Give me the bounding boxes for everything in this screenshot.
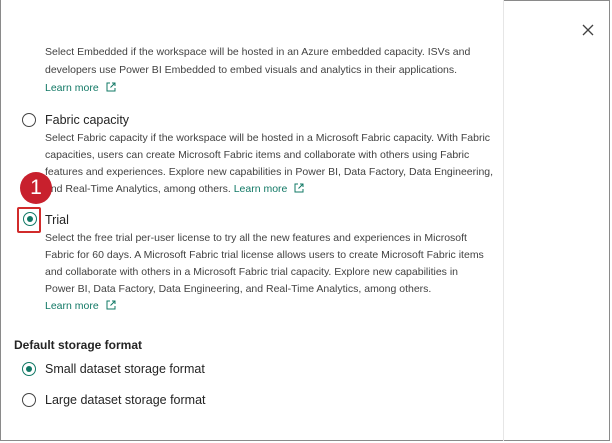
- external-link-icon: [294, 182, 304, 200]
- fabric-description-text: and Real-Time Analytics, among others.: [45, 183, 231, 195]
- embedded-description-line-2: developers use Power BI Embedded to embe…: [45, 64, 458, 76]
- trial-learn-more-link[interactable]: Learn more: [45, 300, 99, 312]
- trial-label[interactable]: Trial: [45, 213, 69, 227]
- close-button[interactable]: [578, 20, 598, 40]
- trial-description-line-1: Select the free trial per-user license t…: [45, 232, 467, 244]
- embedded-learn-more[interactable]: Learn more: [45, 80, 116, 99]
- small-storage-label[interactable]: Small dataset storage format: [45, 362, 205, 376]
- trial-radio-highlight: [17, 207, 41, 233]
- external-link-icon: [106, 299, 116, 317]
- fabric-description-line-3: features and experiences. Explore new ca…: [45, 166, 494, 178]
- storage-format-title: Default storage format: [14, 338, 143, 352]
- large-storage-radio[interactable]: [22, 393, 36, 407]
- close-icon: [582, 24, 594, 36]
- embedded-description-line-1: Select Embedded if the workspace will be…: [45, 46, 471, 58]
- trial-description-line-3: and collaborate with others in a Microso…: [45, 266, 458, 278]
- step-badge: 1: [20, 172, 52, 204]
- embedded-learn-more-link[interactable]: Learn more: [45, 82, 99, 94]
- scroll-fade: [1, 0, 503, 22]
- external-link-icon: [106, 81, 116, 99]
- fabric-capacity-radio[interactable]: [22, 113, 36, 127]
- trial-description-line-4: Power BI, Data Factory, Data Engineering…: [45, 283, 432, 295]
- fabric-description-line-2: capacities, users can create Microsoft F…: [45, 149, 470, 161]
- small-storage-radio[interactable]: [22, 362, 36, 376]
- trial-learn-more[interactable]: Learn more: [45, 298, 116, 317]
- license-mode-panel[interactable]: Select Embedded if the workspace will be…: [1, 0, 504, 441]
- large-storage-label[interactable]: Large dataset storage format: [45, 393, 206, 407]
- fabric-description-line-4: and Real-Time Analytics, among others. L…: [45, 181, 304, 200]
- fabric-capacity-label[interactable]: Fabric capacity: [45, 113, 129, 127]
- fabric-description-line-1: Select Fabric capacity if the workspace …: [45, 132, 491, 144]
- fabric-learn-more-link[interactable]: Learn more: [234, 183, 288, 195]
- trial-description-line-2: Fabric for 60 days. A Microsoft Fabric t…: [45, 249, 484, 261]
